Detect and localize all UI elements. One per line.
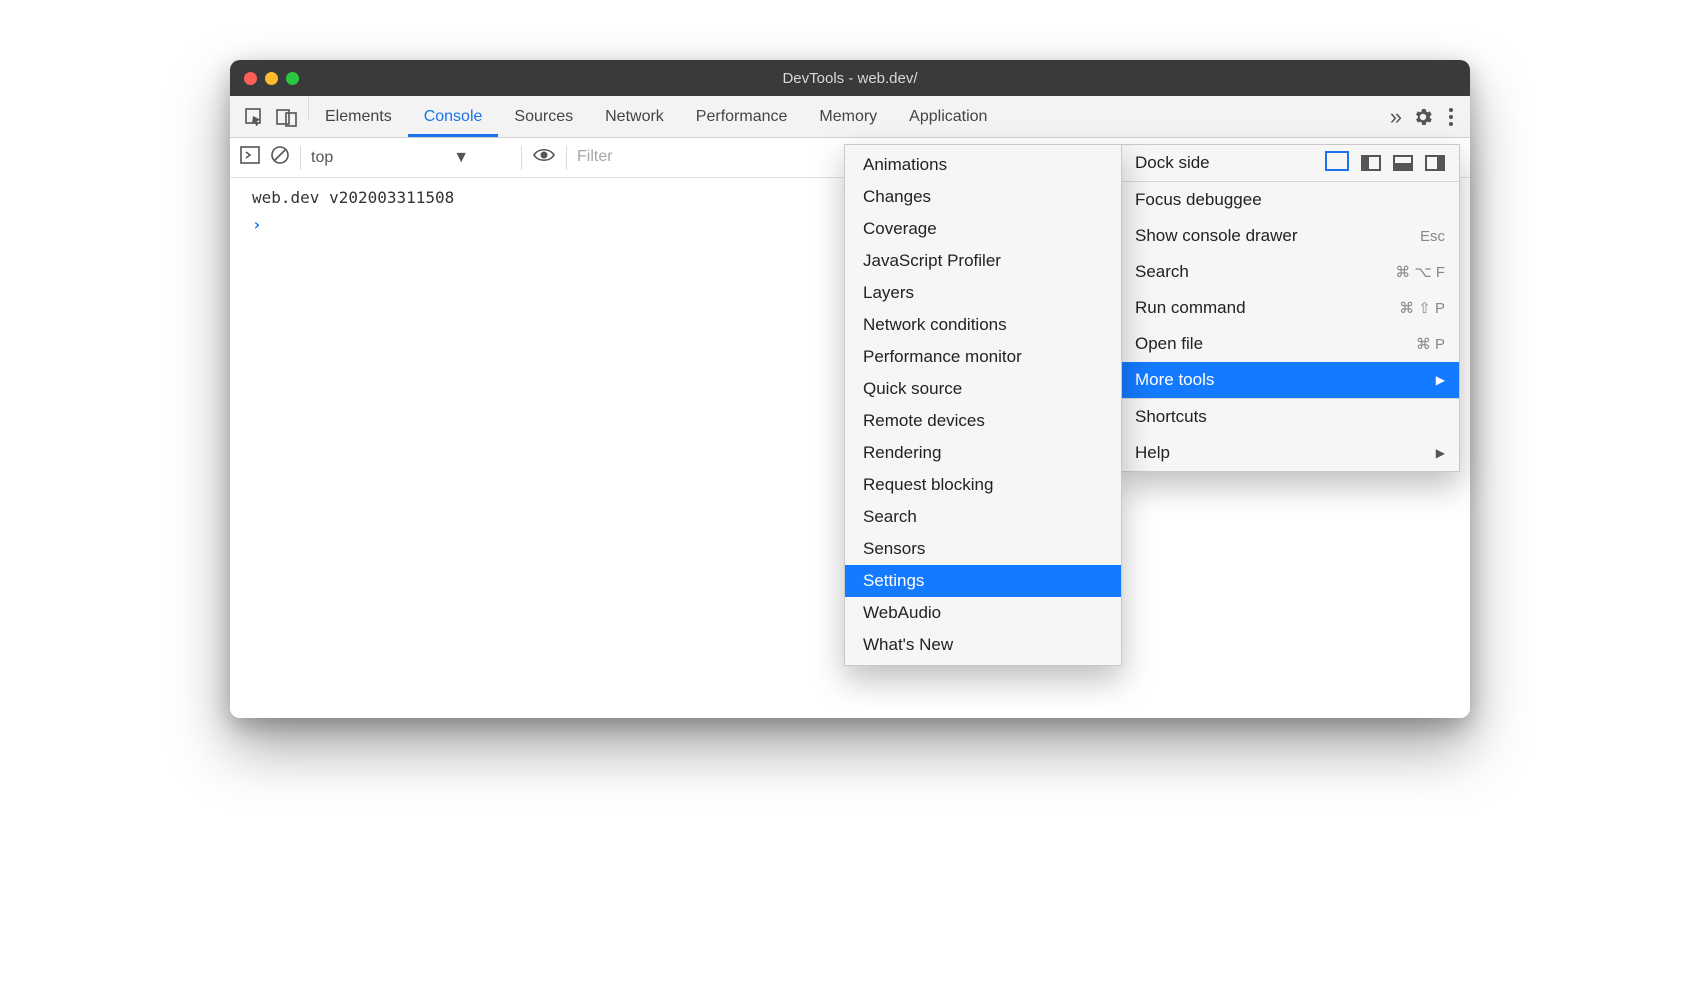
menu-item-label: Show console drawer [1135,226,1298,246]
more-tools-submenu: AnimationsChangesCoverageJavaScript Prof… [844,144,1122,666]
window-minimize-button[interactable] [265,72,278,85]
more-tools-item-javascript-profiler[interactable]: JavaScript Profiler [845,245,1121,277]
menu-item-label: More tools [1135,370,1214,390]
menu-shortcut: ⌘ ⇧ P [1399,299,1445,317]
menu-item-shortcuts[interactable]: Shortcuts [1121,399,1459,435]
more-tools-item-remote-devices[interactable]: Remote devices [845,405,1121,437]
menu-item-label: Run command [1135,298,1246,318]
divider [300,146,301,170]
window-zoom-button[interactable] [286,72,299,85]
context-label: top [311,149,333,167]
dock-side-label: Dock side [1135,153,1210,173]
devtools-window: DevTools - web.dev/ ElementsConsoleSourc… [230,60,1470,718]
menu-item-more-tools[interactable]: More tools ▶ [1121,362,1459,398]
menu-item-label: Search [1135,262,1189,282]
window-title: DevTools - web.dev/ [230,70,1470,87]
more-tools-item-performance-monitor[interactable]: Performance monitor [845,341,1121,373]
dock-bottom-icon[interactable] [1393,155,1413,171]
divider [566,146,567,170]
dock-side-row: Dock side [1121,145,1459,181]
menu-item-label: Open file [1135,334,1203,354]
menu-item-help[interactable]: Help ▶ [1121,435,1459,471]
dock-left-icon[interactable] [1361,155,1381,171]
menu-shortcut: Esc [1420,228,1445,245]
main-menu-popup: Dock side Focus debuggee Show console dr… [1120,144,1460,472]
more-tools-item-network-conditions[interactable]: Network conditions [845,309,1121,341]
menu-shortcut: ⌘ ⌥ F [1395,263,1445,281]
device-toolbar-icon[interactable] [276,107,298,127]
panel-tab-memory[interactable]: Memory [803,96,893,137]
menu-item-open-file[interactable]: Open file ⌘ P [1121,326,1459,362]
submenu-arrow-icon: ▶ [1436,373,1445,387]
panel-tab-network[interactable]: Network [589,96,680,137]
menu-item-show-console-drawer[interactable]: Show console drawer Esc [1121,218,1459,254]
console-filter-input[interactable] [577,145,857,171]
dock-right-icon[interactable] [1425,155,1445,171]
main-menu-kebab-icon[interactable] [1448,106,1454,128]
more-tools-item-layers[interactable]: Layers [845,277,1121,309]
overflow-tabs-icon[interactable]: » [1390,106,1398,128]
devtools-tabbar: ElementsConsoleSourcesNetworkPerformance… [230,96,1470,138]
menu-item-label: Focus debuggee [1135,190,1262,210]
settings-gear-icon[interactable] [1412,106,1434,128]
more-tools-item-settings[interactable]: Settings [845,565,1121,597]
more-tools-item-rendering[interactable]: Rendering [845,437,1121,469]
window-close-button[interactable] [244,72,257,85]
window-traffic-lights [230,72,299,85]
more-tools-item-search[interactable]: Search [845,501,1121,533]
more-tools-item-what-s-new[interactable]: What's New [845,629,1121,661]
panel-tab-performance[interactable]: Performance [680,96,804,137]
more-tools-item-coverage[interactable]: Coverage [845,213,1121,245]
more-tools-item-animations[interactable]: Animations [845,149,1121,181]
panel-tab-console[interactable]: Console [408,96,499,137]
panel-tab-elements[interactable]: Elements [309,96,408,137]
more-tools-item-quick-source[interactable]: Quick source [845,373,1121,405]
execution-context-selector[interactable]: top ▼ [311,149,511,167]
chevron-down-icon: ▼ [453,149,469,167]
menu-item-run-command[interactable]: Run command ⌘ ⇧ P [1121,290,1459,326]
dock-undock-icon[interactable] [1329,155,1349,171]
more-tools-item-sensors[interactable]: Sensors [845,533,1121,565]
menu-shortcut: ⌘ P [1416,335,1445,353]
window-titlebar: DevTools - web.dev/ [230,60,1470,96]
menu-item-label: Help [1135,443,1170,463]
console-sidebar-toggle-icon[interactable] [240,146,260,169]
divider [521,146,522,170]
inspect-element-icon[interactable] [244,107,264,127]
panel-tab-application[interactable]: Application [893,96,1003,137]
live-expression-eye-icon[interactable] [532,146,556,169]
menu-item-search[interactable]: Search ⌘ ⌥ F [1121,254,1459,290]
more-tools-item-changes[interactable]: Changes [845,181,1121,213]
more-tools-item-request-blocking[interactable]: Request blocking [845,469,1121,501]
panel-tab-sources[interactable]: Sources [498,96,589,137]
menu-item-focus-debuggee[interactable]: Focus debuggee [1121,182,1459,218]
submenu-arrow-icon: ▶ [1436,446,1445,460]
clear-console-icon[interactable] [270,145,290,170]
menu-item-label: Shortcuts [1135,407,1207,427]
more-tools-item-webaudio[interactable]: WebAudio [845,597,1121,629]
